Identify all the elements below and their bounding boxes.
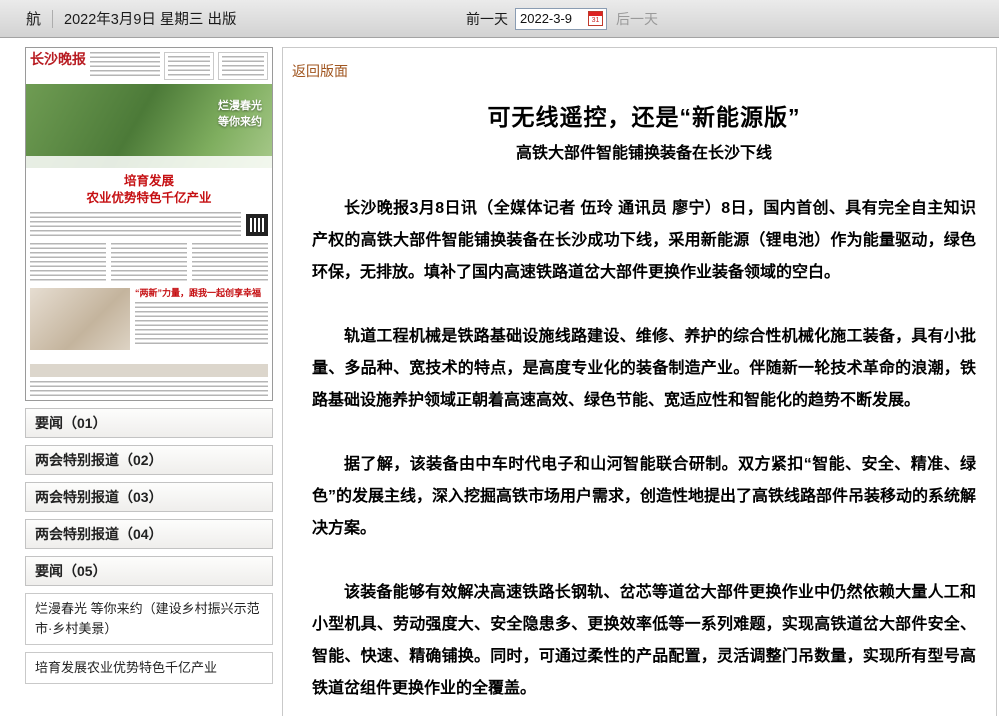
thumbnail-sub-headline: “两新”力量，跟我一起创享幸福 — [135, 288, 268, 299]
topbar: 航 2022年3月9日 星期三 出版 前一天 31 后一天 — [0, 0, 999, 38]
section-item[interactable]: 两会特别报道（03） — [25, 482, 273, 512]
article-paragraph: 长沙晚报3月8日讯（全媒体记者 伍玲 通讯员 廖宁）8日，国内首创、具有完全自主… — [312, 193, 976, 289]
section-item[interactable]: 要闻（05） — [25, 556, 273, 586]
thumbnail-text-lines — [192, 243, 268, 283]
prev-day-button[interactable]: 前一天 — [466, 9, 508, 29]
date-navigation: 前一天 31 后一天 — [466, 0, 658, 37]
thumbnail-headline: 培育发展 农业优势特色千亿产业 — [26, 168, 272, 209]
thumbnail-news-box — [164, 52, 214, 80]
section-list: 要闻（01） 两会特别报道（02） 两会特别报道（03） 两会特别报道（04） … — [25, 408, 273, 586]
front-page-thumbnail[interactable]: 长沙晚报 烂漫春光 等你来约 培育发展 农业优势特色千亿产业 — [25, 47, 273, 401]
section-item[interactable]: 两会特别报道（02） — [25, 445, 273, 475]
section-item[interactable]: 两会特别报道（04） — [25, 519, 273, 549]
sidebar: 长沙晚报 烂漫春光 等你来约 培育发展 农业优势特色千亿产业 — [25, 47, 273, 684]
article-area: 可无线遥控，还是“新能源版” 高铁大部件智能铺换装备在长沙下线 长沙晚报3月8日… — [312, 98, 976, 716]
article-list-item[interactable]: 烂漫春光 等你来约（建设乡村振兴示范市·乡村美景） — [25, 593, 273, 645]
thumbnail-news-box — [218, 52, 268, 80]
nav-partial-link[interactable]: 航 — [26, 8, 41, 29]
topbar-separator — [52, 10, 53, 28]
thumbnail-photo-small — [30, 288, 130, 350]
thumbnail-middle-text: “两新”力量，跟我一起创享幸福 — [135, 288, 268, 350]
thumbnail-text-lines — [30, 212, 241, 238]
thumbnail-photo: 烂漫春光 等你来约 — [26, 84, 272, 168]
thumbnail-text-lines — [30, 381, 268, 396]
article-title: 可无线遥控，还是“新能源版” — [312, 98, 976, 132]
article-paragraph: 该装备能够有效解决高速铁路长钢轨、岔芯等道岔大部件更换作业中仍然依赖大量人工和小… — [312, 577, 976, 705]
thumbnail-photo-strip — [26, 156, 272, 168]
thumbnail-text-lines — [135, 302, 268, 344]
thumbnail-middle-row: “两新”力量，跟我一起创享幸福 — [26, 285, 272, 353]
thumbnail-text-lines — [90, 52, 160, 78]
publish-date-label: 2022年3月9日 星期三 出版 — [64, 8, 236, 29]
thumbnail-columns — [26, 241, 272, 285]
next-day-button[interactable]: 后一天 — [616, 9, 658, 29]
article-paragraph: 轨道工程机械是铁路基础设施线路建设、维修、养护的综合性机械化施工装备，具有小批量… — [312, 321, 976, 417]
date-picker: 31 — [515, 8, 607, 30]
article-subtitle: 高铁大部件智能铺换装备在长沙下线 — [312, 139, 976, 163]
thumbnail-masthead-row: 长沙晚报 — [26, 48, 272, 84]
section-item[interactable]: 要闻（01） — [25, 408, 273, 438]
main-article-pane: 返回版面 可无线遥控，还是“新能源版” 高铁大部件智能铺换装备在长沙下线 长沙晚… — [282, 47, 997, 716]
page-content: 长沙晚报 烂漫春光 等你来约 培育发展 农业优势特色千亿产业 — [0, 38, 999, 716]
thumbnail-photo-caption: 烂漫春光 等你来约 — [218, 97, 262, 129]
article-paragraph: 据了解，该装备由中车时代电子和山河智能联合研制。双方紧扣“智能、安全、精准、绿色… — [312, 449, 976, 545]
thumbnail-footer — [26, 362, 272, 400]
article-list: 烂漫春光 等你来约（建设乡村振兴示范市·乡村美景） 培育发展农业优势特色千亿产业 — [25, 593, 273, 684]
newspaper-masthead: 长沙晚报 — [30, 52, 86, 67]
thumbnail-text-lines — [111, 243, 187, 283]
article-list-item[interactable]: 培育发展农业优势特色千亿产业 — [25, 652, 273, 684]
thumbnail-text-lines — [30, 243, 106, 283]
calendar-icon-number: 31 — [589, 16, 602, 25]
article-body: 长沙晚报3月8日讯（全媒体记者 伍玲 通讯员 廖宁）8日，国内首创、具有完全自主… — [312, 193, 976, 716]
qr-code-icon — [246, 214, 268, 236]
thumbnail-intro-row — [26, 209, 272, 241]
back-to-page-link[interactable]: 返回版面 — [292, 61, 348, 81]
thumbnail-footer-bar — [30, 364, 268, 377]
date-input[interactable] — [520, 11, 588, 26]
calendar-icon[interactable]: 31 — [588, 11, 603, 26]
